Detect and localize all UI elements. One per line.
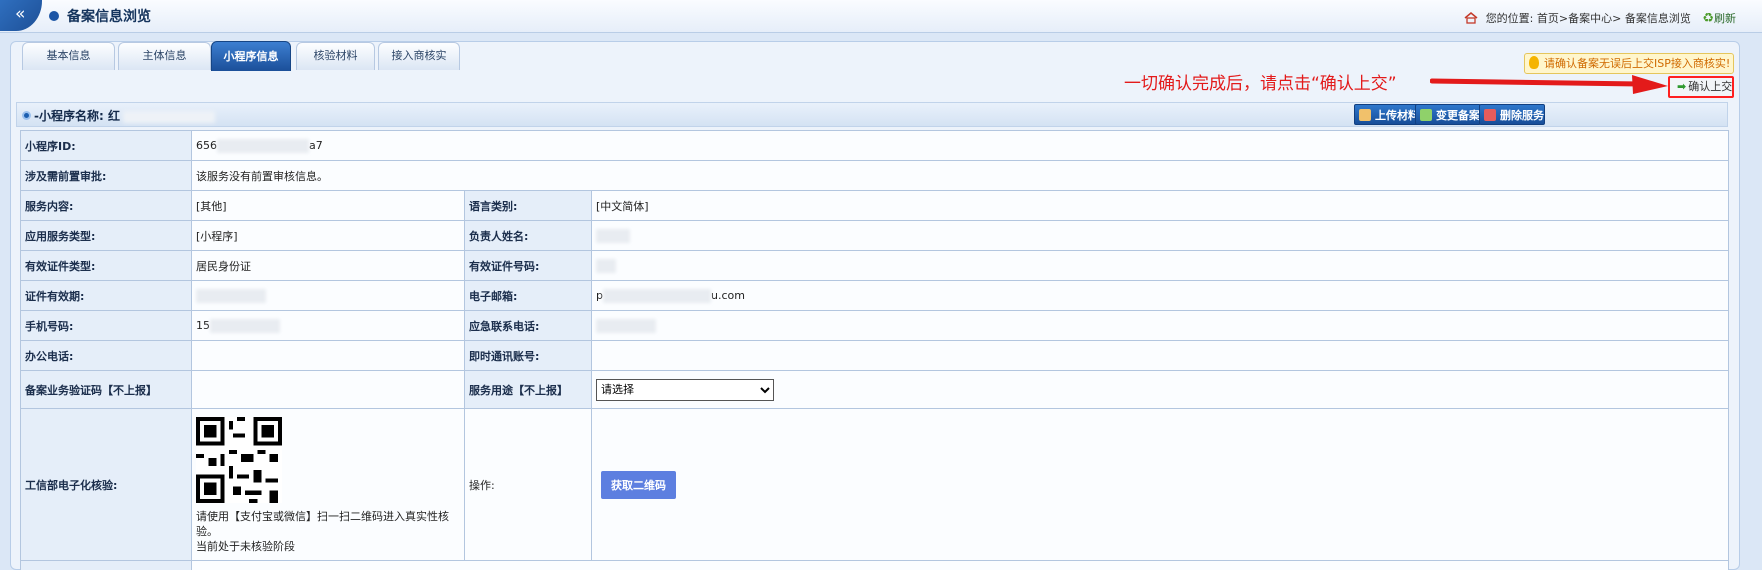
upload-materials-label: 上传材料: [1375, 109, 1419, 122]
breadcrumb[interactable]: 首页>备案中心> 备案信息浏览: [1537, 12, 1691, 25]
id-type-label: 有效证件类型:: [20, 250, 192, 281]
change-filing-label: 变更备案: [1436, 109, 1480, 122]
id-number-label: 有效证件号码:: [464, 250, 592, 281]
notice-text: 请确认备案无误后上交ISP接入商核实!: [1544, 57, 1731, 70]
preapproval-value: 该服务没有前置审核信息。: [191, 160, 1729, 191]
email-label: 电子邮箱:: [464, 280, 592, 311]
table-row: 证件有效期: 电子邮箱: p u.com: [20, 280, 1729, 311]
service-gallery-value: 没有上传任何服务核实图片，请上传以供真实性核验。: [191, 560, 1729, 570]
verification-status: 当前处于未核验阶段: [196, 540, 295, 553]
confirm-submit-button[interactable]: ➡ 确认上交: [1668, 76, 1734, 98]
home-icon: [1464, 12, 1478, 24]
confirm-submit-label: 确认上交: [1688, 80, 1733, 93]
annotation-arrow-icon: [1430, 75, 1668, 94]
id-validity-value: [191, 280, 465, 311]
table-row: 应用服务类型: [小程序] 负责人姓名:: [20, 220, 1729, 251]
app-id-value: 656 a7: [191, 130, 1729, 161]
service-purpose-select[interactable]: 请选择: [596, 378, 774, 401]
office-phone-label: 办公电话:: [20, 340, 192, 371]
location-bar: 您的位置: 首页>备案中心> 备案信息浏览 ♻刷新: [1464, 10, 1736, 26]
upload-icon: [1359, 109, 1371, 121]
table-row: 涉及需前置审批: 该服务没有前置审核信息。: [20, 160, 1729, 191]
verify-code-label: 备案业务验证码【不上报】: [20, 370, 192, 409]
email-value: p u.com: [591, 280, 1729, 311]
delete-icon: [1484, 109, 1496, 121]
section-title: -小程序名称: 红: [34, 107, 215, 124]
delete-service-button[interactable]: 删除服务: [1479, 104, 1545, 125]
app-type-label: 应用服务类型:: [20, 220, 192, 251]
qr-instruction: 请使用【支付宝或微信】扫一扫二维码进入真实性核验。: [196, 510, 449, 538]
delete-service-label: 删除服务: [1500, 109, 1544, 122]
operation-label: 操作:: [464, 408, 592, 561]
location-prefix: 您的位置:: [1485, 12, 1534, 25]
table-row: 办公电话: 即时通讯账号:: [20, 340, 1729, 371]
change-filing-button[interactable]: 变更备案: [1415, 104, 1481, 125]
table-row: 小程序ID: 656 a7: [20, 130, 1729, 161]
im-account-value: [591, 340, 1729, 371]
miit-verification-label: 工信部电子化核验:: [20, 408, 192, 561]
table-row: 有效证件类型: 居民身份证 有效证件号码:: [20, 250, 1729, 281]
arrow-right-icon: ➡: [1677, 80, 1687, 93]
table-row: 手机号码: 15 应急联系电话:: [20, 310, 1729, 341]
service-purpose-label: 服务用途【不上报】: [464, 370, 592, 409]
id-validity-label: 证件有效期:: [20, 280, 192, 311]
service-gallery-label: 服务图库:: [20, 560, 192, 570]
tab-isp-verification[interactable]: 接入商核实: [378, 42, 460, 70]
tab-entity-info[interactable]: 主体信息: [118, 42, 211, 70]
edit-icon: [1420, 109, 1432, 121]
emergency-phone-value: [591, 310, 1729, 341]
refresh-label: 刷新: [1714, 12, 1736, 25]
tab-verification-materials[interactable]: 核验材料: [296, 42, 375, 70]
title-bullet-icon: [49, 11, 59, 21]
service-content-label: 服务内容:: [20, 190, 192, 221]
section-header: -小程序名称: 红 上传材料 变更备案 删除服务: [16, 102, 1728, 127]
verify-code-value: [191, 370, 465, 409]
preapproval-label: 涉及需前置审批:: [20, 160, 192, 191]
im-account-label: 即时通讯账号:: [464, 340, 592, 371]
table-row: 备案业务验证码【不上报】 服务用途【不上报】 请选择: [20, 370, 1729, 409]
app-id-label: 小程序ID:: [20, 130, 192, 161]
service-purpose-cell: 请选择: [591, 370, 1729, 409]
id-type-value: 居民身份证: [191, 250, 465, 281]
table-row: 工信部电子化核验: 请使用【支付宝或微信】扫一扫二维码进入真实性核验。 当前处于…: [20, 408, 1729, 561]
get-qr-code-button[interactable]: 获取二维码: [601, 470, 676, 499]
lightbulb-icon: [1529, 56, 1539, 69]
app-type-value: [小程序]: [191, 220, 465, 251]
id-number-value: [591, 250, 1729, 281]
office-phone-value: [191, 340, 465, 371]
language-value: [中文简体]: [591, 190, 1729, 221]
page-title: 备案信息浏览: [67, 9, 151, 25]
phone-value: 15: [191, 310, 465, 341]
section-bullet-icon: [22, 111, 31, 120]
miit-verification-value: 请使用【支付宝或微信】扫一扫二维码进入真实性核验。 当前处于未核验阶段: [191, 408, 465, 561]
owner-name-label: 负责人姓名:: [464, 220, 592, 251]
miniprogram-info-table: 小程序ID: 656 a7 涉及需前置审批: 该服务没有前置审核信息。 服务内容:…: [20, 130, 1729, 570]
service-content-value: [其他]: [191, 190, 465, 221]
refresh-icon: ♻: [1702, 11, 1714, 26]
refresh-button[interactable]: ♻刷新: [1702, 11, 1736, 26]
upload-materials-button[interactable]: 上传材料: [1354, 104, 1420, 125]
operation-cell: 获取二维码: [591, 408, 1729, 561]
collapse-sidebar-icon[interactable]: «: [0, 0, 42, 31]
table-row: 服务内容: [其他] 语言类别: [中文简体]: [20, 190, 1729, 221]
table-row: 服务图库: 没有上传任何服务核实图片，请上传以供真实性核验。: [20, 560, 1729, 570]
top-header: « 备案信息浏览 您的位置: 首页>备案中心> 备案信息浏览 ♻刷新: [0, 0, 1762, 33]
language-label: 语言类别:: [464, 190, 592, 221]
owner-name-value: [591, 220, 1729, 251]
qr-code-icon: [196, 417, 282, 503]
tab-basic-info[interactable]: 基本信息: [22, 42, 115, 70]
emergency-phone-label: 应急联系电话:: [464, 310, 592, 341]
phone-label: 手机号码:: [20, 310, 192, 341]
tab-miniprogram-info[interactable]: 小程序信息: [211, 41, 291, 71]
annotation-text: 一切确认完成后，请点击“确认上交”: [1124, 74, 1397, 94]
